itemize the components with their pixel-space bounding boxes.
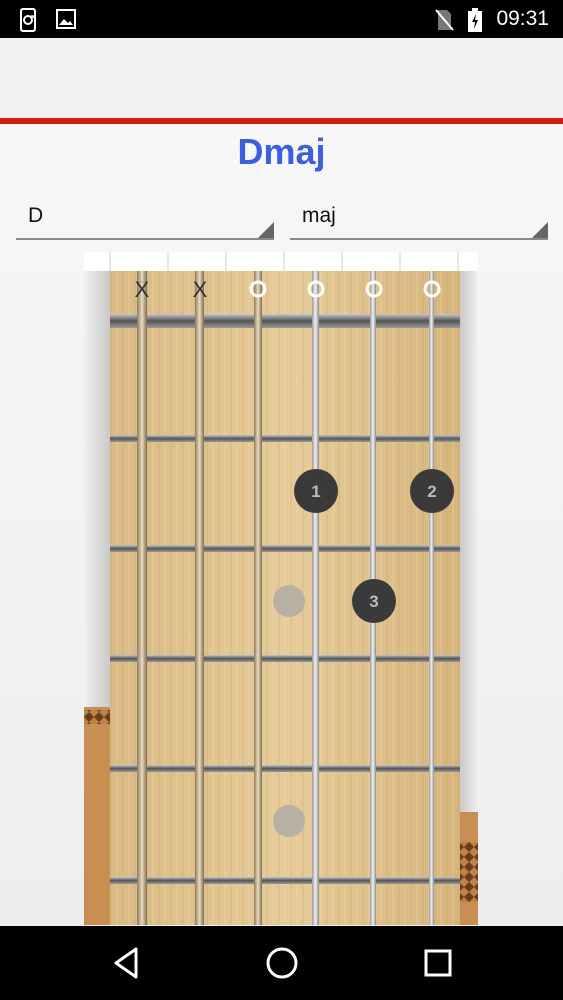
chord-quality-spinner[interactable]: maj — [290, 196, 548, 240]
string-1 — [429, 271, 434, 925]
fret-inlay — [273, 585, 305, 617]
battery-icon — [467, 8, 483, 37]
home-icon[interactable] — [263, 943, 301, 988]
finger-label-1: 1 — [311, 482, 320, 501]
root-note-value: D — [28, 204, 44, 227]
chord-title: Dmaj — [237, 131, 326, 172]
string-3 — [312, 271, 319, 925]
chord-quality-value: maj — [302, 204, 336, 227]
string-5 — [195, 271, 204, 925]
open-marker: X — [135, 277, 150, 302]
fret-inlay — [273, 805, 305, 837]
status-bar: 09:31 — [0, 0, 563, 38]
finger-label-3: 3 — [369, 592, 378, 611]
app-bar — [0, 38, 563, 118]
finger-label-2: 2 — [427, 482, 436, 501]
back-icon[interactable] — [108, 943, 144, 988]
root-note-spinner[interactable]: D — [16, 196, 274, 240]
no-sim-icon — [434, 8, 454, 37]
dropdown-arrow-icon — [258, 222, 274, 238]
string-4 — [254, 271, 262, 925]
open-marker: X — [193, 277, 208, 302]
image-icon — [55, 8, 77, 35]
navigation-bar — [0, 926, 563, 1000]
sync-screen-icon — [18, 8, 40, 37]
fretboard[interactable]: X X 1 2 3 — [84, 252, 478, 925]
string-6 — [137, 271, 147, 925]
recents-icon[interactable] — [421, 943, 455, 988]
fretboard-svg: X X 1 2 3 — [84, 252, 478, 925]
dropdown-arrow-icon — [532, 222, 548, 238]
status-time: 09:31 — [496, 7, 549, 30]
